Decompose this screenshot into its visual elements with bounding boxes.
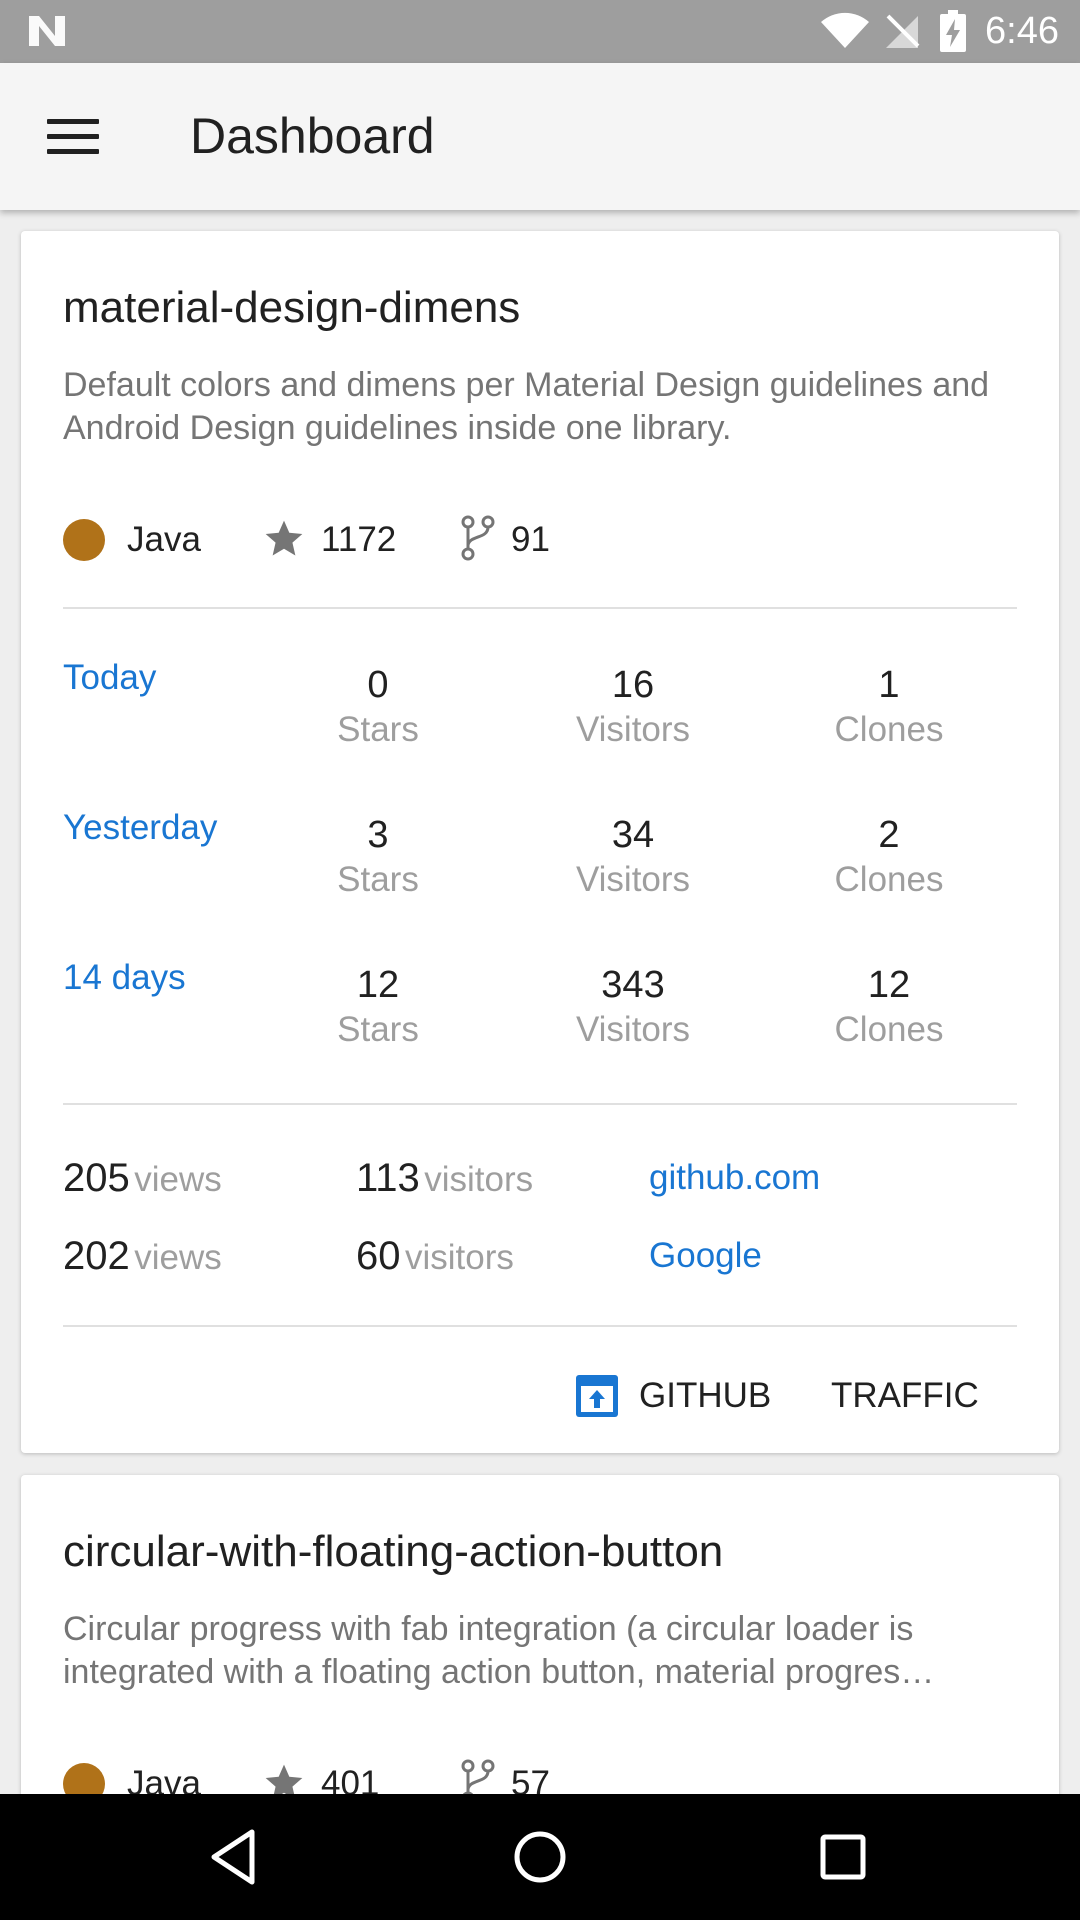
divider (63, 1325, 1017, 1327)
home-icon[interactable] (505, 1824, 575, 1890)
status-bar: 6:46 (0, 0, 1080, 63)
stat-clones: 12 Clones (834, 964, 944, 1049)
notification-n-icon (29, 16, 65, 46)
referrer-source-link[interactable]: github.com (649, 1153, 820, 1203)
github-button-label: GITHUB (639, 1376, 772, 1415)
stat-stars: 3 Stars (337, 814, 419, 899)
stat-visitors: 343 Visitors (575, 964, 691, 1049)
stats-row-14-days: 14 days 12 Stars 343 Visitors 12 Clones (21, 957, 1059, 1077)
repo-name: material-design-dimens (63, 283, 521, 332)
language-color-dot (63, 519, 105, 561)
stats-row-today: Today 0 Stars 16 Visitors 1 Clones (21, 657, 1059, 777)
divider (63, 1103, 1017, 1105)
star-icon (265, 520, 303, 556)
stat-visitors: 16 Visitors (575, 664, 691, 749)
fork-icon (461, 515, 495, 561)
navigation-bar (0, 1794, 1080, 1920)
battery-charging-icon (940, 10, 966, 52)
referrer-row: 205 views 113 visitors github.com (21, 1153, 1059, 1203)
stat-clones: 1 Clones (834, 664, 944, 749)
recents-icon[interactable] (808, 1824, 878, 1890)
stat-clones: 2 Clones (834, 814, 944, 899)
period-yesterday[interactable]: Yesterday (63, 807, 217, 849)
referrer-source-link[interactable]: Google (649, 1231, 762, 1281)
traffic-button[interactable]: TRAFFIC (831, 1374, 979, 1418)
repo-description: Circular progress with fab integration (… (63, 1610, 935, 1691)
divider (63, 607, 1017, 609)
stats-row-yesterday: Yesterday 3 Stars 34 Visitors 2 Clones (21, 807, 1059, 927)
status-time: 6:46 (985, 10, 1059, 52)
stat-stars: 12 Stars (337, 964, 419, 1049)
referrer-visitors: 60 visitors (356, 1234, 514, 1278)
back-icon[interactable] (200, 1824, 270, 1890)
fork-count: 91 (511, 520, 550, 559)
star-count: 1172 (321, 520, 397, 559)
referrer-views: 202 views (63, 1234, 222, 1278)
period-today[interactable]: Today (63, 657, 156, 699)
open-in-browser-icon (576, 1375, 618, 1417)
period-14-days[interactable]: 14 days (63, 957, 186, 999)
stat-stars: 0 Stars (337, 664, 419, 749)
menu-icon[interactable] (47, 119, 99, 155)
repo-name: circular-with-floating-action-button (63, 1527, 724, 1576)
page-title: Dashboard (190, 108, 435, 164)
stat-visitors: 34 Visitors (575, 814, 691, 899)
app-bar: Dashboard (0, 63, 1080, 210)
repo-description: Default colors and dimens per Material D… (63, 366, 990, 447)
language-label: Java (127, 520, 201, 559)
wifi-icon (821, 12, 869, 49)
referrer-visitors: 113 visitors (356, 1156, 534, 1200)
card-actions: GITHUB TRAFFIC (21, 1356, 1059, 1436)
no-signal-icon (886, 14, 920, 48)
referrer-views: 205 views (63, 1156, 222, 1200)
referrer-row: 202 views 60 visitors Google (21, 1231, 1059, 1281)
repo-card[interactable]: material-design-dimens Default colors an… (21, 231, 1059, 1453)
